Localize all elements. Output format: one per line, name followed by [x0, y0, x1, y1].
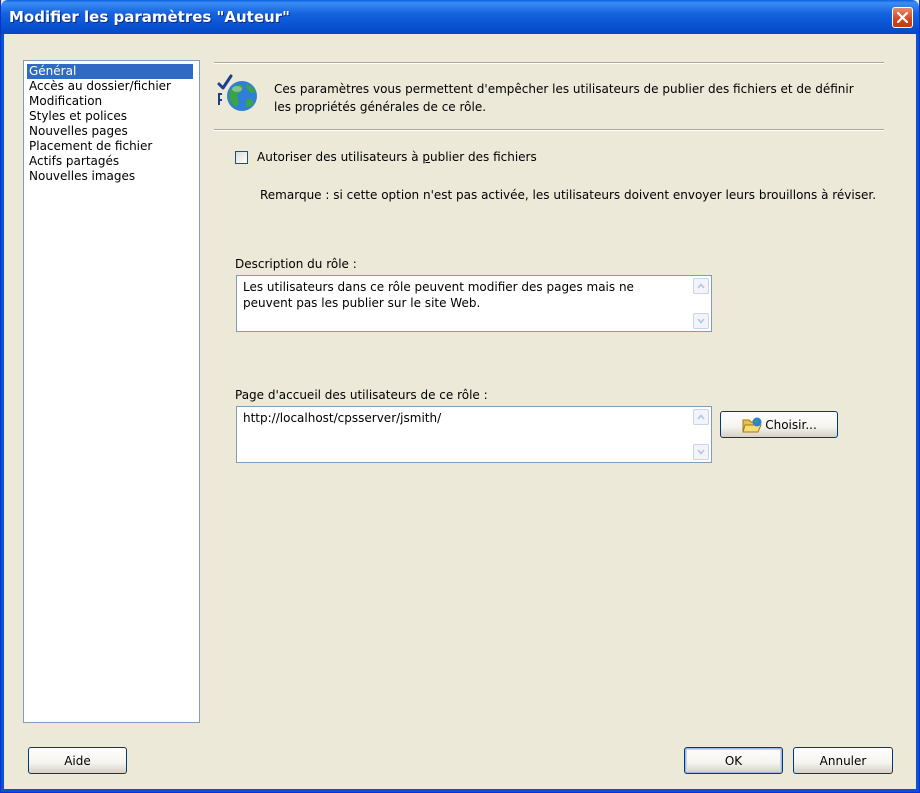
- home-page-scrollbar[interactable]: [693, 409, 709, 460]
- nav-item-file-placement[interactable]: Placement de fichier: [27, 139, 154, 154]
- info-description: Ces paramètres vous permettent d'empêche…: [274, 82, 854, 114]
- nav-item-editing[interactable]: Modification: [27, 94, 104, 109]
- role-description-field[interactable]: Les utilisateurs dans ce rôle peuvent mo…: [236, 275, 712, 332]
- cancel-button[interactable]: Annuler: [793, 747, 893, 774]
- nav-item-folder-access[interactable]: Accès au dossier/fichier: [27, 79, 173, 94]
- home-page-value: http://localhost/cpsserver/jsmith/: [243, 411, 442, 425]
- window-frame-left: [1, 34, 4, 792]
- scroll-down-button[interactable]: [693, 444, 709, 460]
- browse-button-label: Choisir...: [765, 417, 817, 432]
- window-frame-bottom: [1, 789, 919, 792]
- title-bar[interactable]: Modifier les paramètres "Auteur": [1, 0, 919, 34]
- role-description-scrollbar[interactable]: [693, 278, 709, 329]
- home-page-label: Page d'accueil des utilisateurs de ce rô…: [235, 388, 488, 402]
- browse-button[interactable]: Choisir...: [720, 411, 838, 438]
- cancel-button-label: Annuler: [819, 753, 867, 768]
- ok-button-label: OK: [724, 753, 743, 768]
- window-frame-right: [916, 34, 919, 792]
- dialog-window: Modifier les paramètres "Auteur" Général…: [0, 0, 920, 793]
- chevron-up-icon: [697, 283, 705, 289]
- nav-item-new-images[interactable]: Nouvelles images: [27, 169, 137, 184]
- chevron-down-icon: [697, 318, 705, 324]
- allow-publish-label[interactable]: Autoriser des utilisateurs à publier des…: [257, 150, 537, 164]
- nav-item-general[interactable]: Général: [27, 64, 193, 79]
- role-description-value: Les utilisateurs dans ce rôle peuvent mo…: [243, 280, 634, 310]
- category-list[interactable]: Général Accès au dossier/fichier Modific…: [23, 60, 200, 723]
- dialog-title: Modifier les paramètres "Auteur": [9, 8, 290, 26]
- allow-publish-checkbox[interactable]: [235, 151, 248, 164]
- folder-open-icon: [742, 417, 762, 432]
- help-button-label: Aide: [64, 753, 91, 768]
- divider-top: [214, 62, 884, 64]
- nav-item-shared-assets[interactable]: Actifs partagés: [27, 154, 121, 169]
- scroll-down-button[interactable]: [693, 313, 709, 329]
- publish-note: Remarque : si cette option n'est pas act…: [260, 188, 877, 202]
- scroll-up-button[interactable]: [693, 278, 709, 294]
- close-button[interactable]: [892, 7, 913, 28]
- ok-button[interactable]: OK: [684, 747, 783, 774]
- nav-item-styles-fonts[interactable]: Styles et polices: [27, 109, 129, 124]
- help-button[interactable]: Aide: [28, 747, 127, 774]
- home-page-field[interactable]: http://localhost/cpsserver/jsmith/: [236, 406, 712, 463]
- close-icon: [897, 12, 908, 23]
- scroll-up-button[interactable]: [693, 409, 709, 425]
- globe-check-icon: [217, 74, 257, 111]
- role-description-label: Description du rôle :: [235, 257, 357, 271]
- nav-item-new-pages[interactable]: Nouvelles pages: [27, 124, 130, 139]
- chevron-up-icon: [697, 414, 705, 420]
- chevron-down-icon: [697, 449, 705, 455]
- divider-middle: [214, 129, 884, 131]
